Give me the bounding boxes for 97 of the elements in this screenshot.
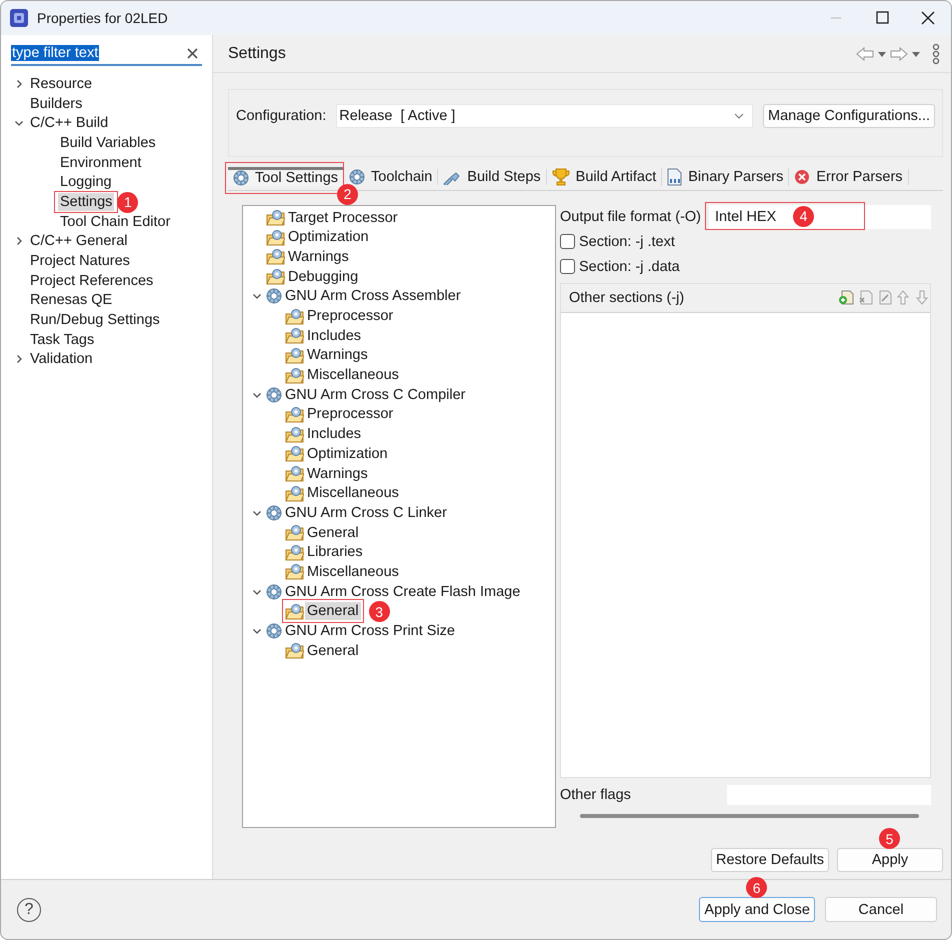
- step-number-badge: 2: [337, 184, 358, 205]
- sidebar-item[interactable]: Project Natures: [28, 252, 132, 270]
- document-icon: [667, 168, 682, 186]
- scrollbar[interactable]: [580, 814, 919, 818]
- tree-item[interactable]: Optimization: [305, 444, 390, 463]
- tree-item[interactable]: Optimization: [286, 228, 371, 246]
- sidebar-item[interactable]: Tool Chain Editor: [58, 212, 172, 231]
- folder-gear-icon: [266, 228, 285, 246]
- folder-gear-icon: [285, 366, 304, 384]
- tree-item[interactable]: GNU Arm Cross Assembler: [283, 287, 463, 306]
- caret-icon: [734, 112, 744, 120]
- tree-item[interactable]: Miscellaneous: [305, 562, 401, 581]
- dialog-button[interactable]: Apply and Close: [699, 897, 815, 922]
- add-icon[interactable]: [838, 289, 854, 306]
- app-icon: [9, 8, 29, 28]
- configuration-dropdown[interactable]: Release [ Active ]: [336, 104, 753, 128]
- gear-icon: [266, 386, 282, 403]
- sidebar-item[interactable]: C/C++ General: [28, 232, 130, 250]
- checkbox[interactable]: [560, 259, 575, 274]
- page-button[interactable]: Apply: [837, 848, 943, 872]
- gear-icon: [266, 504, 282, 521]
- folder-gear-icon: [266, 268, 285, 286]
- tree-item[interactable]: Warnings: [305, 464, 370, 482]
- sidebar-item[interactable]: Run/Debug Settings: [28, 311, 162, 330]
- step-number-badge: 6: [746, 877, 768, 898]
- folder-gear-icon: [285, 346, 304, 364]
- gear-icon: [266, 623, 282, 639]
- folder-gear-icon: [285, 426, 304, 443]
- step-number-badge: 5: [879, 828, 900, 849]
- step-number-badge: 1: [117, 192, 138, 213]
- tree-item[interactable]: Preprocessor: [305, 405, 396, 424]
- tree-item[interactable]: General: [305, 602, 361, 620]
- sidebar-item[interactable]: Settings: [58, 192, 114, 211]
- gear-icon: [349, 168, 366, 185]
- sidebar-item[interactable]: Validation: [28, 350, 95, 368]
- gear-icon: [266, 288, 282, 304]
- gear-icon: [266, 584, 282, 600]
- help-button[interactable]: ?: [17, 898, 41, 922]
- tree-item[interactable]: Warnings: [286, 248, 351, 266]
- manage-configurations-button[interactable]: Manage Configurations...: [762, 104, 935, 128]
- tree-item[interactable]: Includes: [305, 425, 364, 444]
- tree-item[interactable]: Miscellaneous: [305, 484, 401, 502]
- sidebar-item[interactable]: Task Tags: [28, 330, 96, 349]
- other-flags-label: Other flags: [560, 787, 631, 803]
- folder-gear-icon: [285, 308, 304, 324]
- tree-item[interactable]: Preprocessor: [305, 307, 396, 325]
- sidebar-item[interactable]: Builders: [28, 94, 84, 113]
- sidebar-item[interactable]: Project References: [28, 272, 156, 290]
- tree-item[interactable]: Target Processor: [286, 208, 400, 227]
- folder-gear-icon: [285, 602, 304, 620]
- checkbox[interactable]: [560, 234, 575, 250]
- tree-item[interactable]: General: [305, 524, 361, 542]
- tree-item[interactable]: Debugging: [286, 268, 360, 286]
- folder-gear-icon: [285, 524, 304, 542]
- folder-gear-icon: [285, 406, 304, 423]
- folder-gear-icon: [285, 544, 304, 561]
- page-title: Settings: [228, 44, 286, 62]
- folder-gear-icon: [285, 465, 304, 482]
- sidebar-item[interactable]: C/C++ Build: [28, 114, 110, 132]
- sidebar-item[interactable]: Build Variables: [58, 134, 158, 152]
- folder-gear-icon: [285, 484, 304, 502]
- step-number-badge: 3: [368, 601, 390, 622]
- checkbox-label: Section: -j .text: [579, 234, 675, 250]
- tree-item[interactable]: Libraries: [305, 543, 365, 562]
- tree-item[interactable]: GNU Arm Cross C Linker: [283, 504, 449, 522]
- folder-gear-icon: [285, 327, 304, 344]
- tree-item[interactable]: GNU Arm Cross Create Flash Image: [283, 582, 522, 601]
- back-arrow-icon[interactable]: [855, 46, 875, 62]
- tree-item[interactable]: Miscellaneous: [305, 366, 401, 384]
- group-title: Other sections (-j): [569, 290, 684, 306]
- clear-icon[interactable]: [187, 48, 198, 58]
- folder-gear-icon: [266, 209, 285, 226]
- output-format-label: Output file format (-O): [560, 208, 702, 225]
- tree-item[interactable]: Includes: [305, 326, 364, 345]
- trophy-icon: [552, 168, 570, 186]
- folder-gear-icon: [285, 642, 304, 660]
- tree-item[interactable]: General: [305, 642, 361, 660]
- gear-icon: [233, 170, 249, 186]
- folder-gear-icon: [266, 248, 285, 266]
- filter-field[interactable]: type filter text: [11, 42, 202, 66]
- tree-item[interactable]: Warnings: [305, 346, 370, 364]
- sidebar-item[interactable]: Environment: [58, 154, 144, 172]
- sidebar-item[interactable]: Logging: [58, 173, 114, 192]
- dialog-button[interactable]: Cancel: [825, 897, 937, 922]
- sidebar-item[interactable]: Renesas QE: [28, 291, 114, 310]
- folder-gear-icon: [285, 445, 304, 462]
- checkbox-label: Section: -j .data: [579, 258, 680, 275]
- folder-gear-icon: [285, 563, 304, 580]
- tree-item[interactable]: GNU Arm Cross Print Size: [283, 622, 457, 640]
- sidebar-item[interactable]: Resource: [28, 74, 94, 93]
- page-button[interactable]: Restore Defaults: [711, 848, 829, 872]
- window-title: Properties for 02LED: [37, 10, 168, 26]
- configuration-label: Configuration:: [236, 107, 326, 126]
- forward-arrow-icon[interactable]: [889, 46, 909, 62]
- tree-item[interactable]: GNU Arm Cross C Compiler: [283, 386, 468, 404]
- error-icon: [794, 168, 810, 185]
- tab[interactable]: Tool Settings: [228, 167, 344, 186]
